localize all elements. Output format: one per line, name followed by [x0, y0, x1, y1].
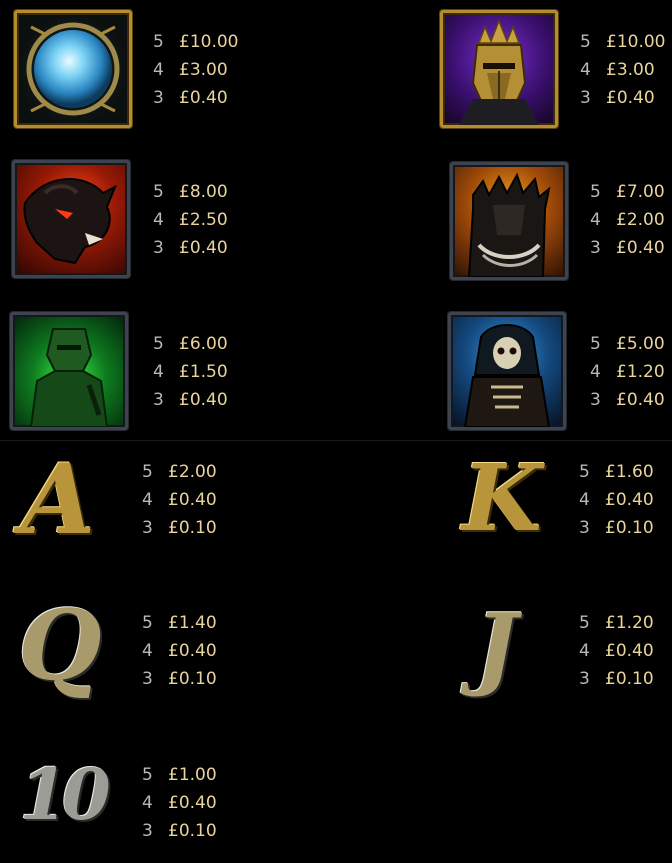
- skeleton-reaper-symbol-tile: [448, 312, 566, 430]
- pay-row: 5 £10.00: [580, 32, 666, 52]
- pay-row: 4 £0.40: [579, 490, 654, 510]
- section-divider: [0, 440, 672, 441]
- demon-dragon-symbol-tile: [12, 160, 130, 278]
- pay-row: 3 £0.40: [590, 390, 665, 410]
- pay-row: 5 £2.00: [142, 462, 217, 482]
- pay-row: 5 £1.40: [142, 613, 217, 633]
- skeleton-reaper-icon: [463, 324, 551, 427]
- demon-dragon-paytable: 5 £8.00 4 £2.50 3 £0.40: [153, 178, 228, 262]
- letter-k-paytable: 5 £1.60 4 £0.40 3 £0.10: [579, 458, 654, 542]
- orb-icon: [26, 22, 120, 116]
- pay-row: 5 £1.60: [579, 462, 654, 482]
- demon-dragon-icon: [23, 178, 117, 265]
- crowned-knight-icon: [459, 18, 539, 125]
- pay-row: 3 £0.40: [153, 238, 228, 258]
- green-knight-symbol-tile: [10, 312, 128, 430]
- number-10-icon: 10: [19, 753, 110, 836]
- letter-q-icon: Q: [18, 589, 102, 702]
- pay-row: 3 £0.40: [153, 88, 228, 108]
- pay-row: 3 £0.40: [580, 88, 655, 108]
- letter-a-icon: A: [20, 443, 96, 556]
- pay-row: 3 £0.10: [579, 518, 654, 538]
- pay-row: 4 £0.40: [142, 490, 217, 510]
- pay-row: 5 £7.00: [590, 182, 665, 202]
- pay-row: 5 £6.00: [153, 334, 228, 354]
- skeleton-reaper-paytable: 5 £5.00 4 £1.20 3 £0.40: [590, 330, 665, 414]
- pay-row: 4 £2.50: [153, 210, 228, 230]
- letter-a-paytable: 5 £2.00 4 £0.40 3 £0.10: [142, 458, 217, 542]
- letter-k-icon: K: [462, 444, 542, 552]
- green-knight-icon: [29, 328, 109, 427]
- crowned-knight-paytable: 5 £10.00 4 £3.00 3 £0.40: [580, 28, 665, 112]
- pay-row: 5 £1.00: [142, 765, 217, 785]
- pay-row: 5 £10.00: [153, 32, 239, 52]
- spiked-warrior-paytable: 5 £7.00 4 £2.00 3 £0.40: [590, 178, 665, 262]
- spiked-warrior-symbol-tile: [450, 162, 568, 280]
- pay-row: 4 £1.20: [590, 362, 665, 382]
- pay-row: 3 £0.40: [590, 238, 665, 258]
- letter-j-paytable: 5 £1.20 4 £0.40 3 £0.10: [579, 609, 654, 693]
- orb-paytable: 5 £10.00 4 £3.00 3 £0.40: [153, 28, 238, 112]
- pay-row: 4 £0.40: [142, 793, 217, 813]
- pay-row: 4 £0.40: [142, 641, 217, 661]
- orb-symbol-tile: [14, 10, 132, 128]
- pay-row: 3 £0.40: [153, 390, 228, 410]
- pay-row: 4 £2.00: [590, 210, 665, 230]
- number-10-paytable: 5 £1.00 4 £0.40 3 £0.10: [142, 761, 217, 845]
- letter-j-icon: J: [474, 594, 518, 700]
- spiked-warrior-icon: [467, 172, 551, 277]
- pay-row: 3 £0.10: [142, 669, 217, 689]
- pay-row: 4 £3.00: [580, 60, 655, 80]
- crowned-knight-symbol-tile: [440, 10, 558, 128]
- pay-row: 5 £8.00: [153, 182, 228, 202]
- pay-row: 4 £3.00: [153, 60, 228, 80]
- pay-row: 3 £0.10: [142, 518, 217, 538]
- letter-q-paytable: 5 £1.40 4 £0.40 3 £0.10: [142, 609, 217, 693]
- pay-row: 4 £0.40: [579, 641, 654, 661]
- pay-row: 3 £0.10: [579, 669, 654, 689]
- pay-row: 5 £1.20: [579, 613, 654, 633]
- pay-row: 4 £1.50: [153, 362, 228, 382]
- green-knight-paytable: 5 £6.00 4 £1.50 3 £0.40: [153, 330, 228, 414]
- pay-row: 5 £5.00: [590, 334, 665, 354]
- pay-row: 3 £0.10: [142, 821, 217, 841]
